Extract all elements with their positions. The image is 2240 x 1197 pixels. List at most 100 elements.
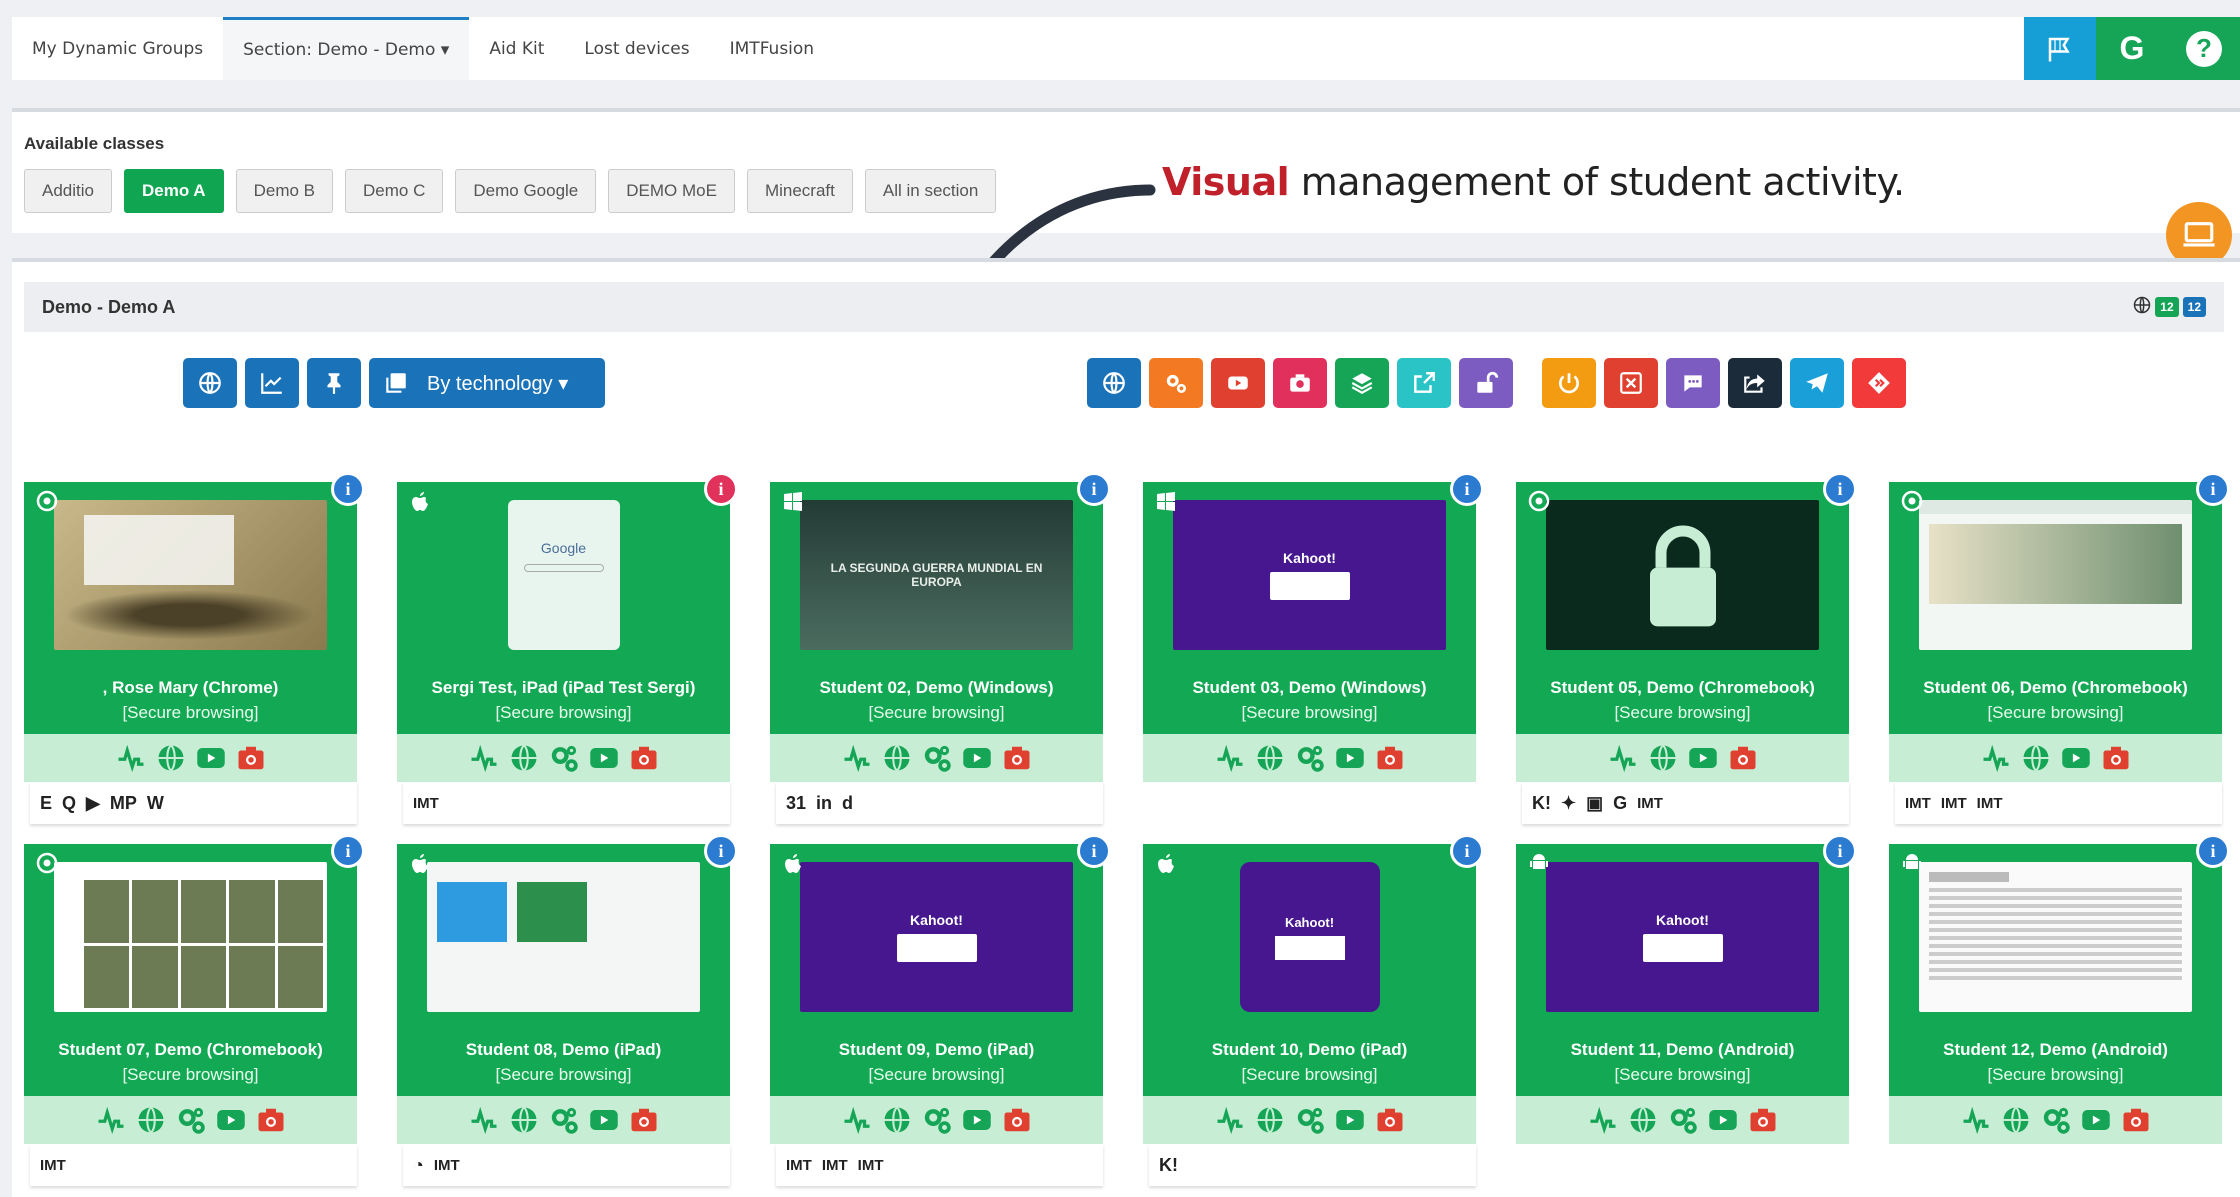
- camera-button[interactable]: [628, 1104, 660, 1136]
- student-card-body[interactable]: Kahoot! i Student 03, Demo (Windows) [Secur…: [1143, 472, 1484, 782]
- app-icon[interactable]: in: [816, 794, 832, 812]
- info-icon[interactable]: i: [331, 834, 365, 868]
- activity-button[interactable]: [841, 1104, 873, 1136]
- info-icon[interactable]: i: [1450, 472, 1484, 506]
- camera-button[interactable]: [1273, 358, 1327, 408]
- globe-button[interactable]: [2020, 742, 2052, 774]
- app-icon[interactable]: W: [147, 794, 164, 812]
- camera-button[interactable]: [1727, 742, 1759, 774]
- layers-button[interactable]: [1335, 358, 1389, 408]
- student-card-body[interactable]: i , Rose Mary (Chrome) [Secure browsing]: [24, 472, 365, 782]
- gears-button[interactable]: [921, 742, 953, 774]
- globe-button[interactable]: [155, 742, 187, 774]
- app-icon[interactable]: ▶: [86, 794, 100, 812]
- app-icon[interactable]: IMT: [1977, 796, 2003, 811]
- close-window-button[interactable]: [1604, 358, 1658, 408]
- activity-button[interactable]: [1587, 1104, 1619, 1136]
- info-icon[interactable]: i: [1077, 472, 1111, 506]
- globe-button[interactable]: [1254, 1104, 1286, 1136]
- gears-button[interactable]: [1294, 1104, 1326, 1136]
- info-icon[interactable]: i: [1823, 834, 1857, 868]
- screen-thumbnail[interactable]: LA SEGUNDA GUERRA MUNDIAL EN EUROPA: [800, 500, 1073, 650]
- info-icon[interactable]: i: [1450, 834, 1484, 868]
- student-card-body[interactable]: i Student 06, Demo (Chromebook) [Secure br…: [1889, 472, 2230, 782]
- app-icon[interactable]: IMT: [822, 1158, 848, 1173]
- youtube-button[interactable]: [1707, 1104, 1739, 1136]
- student-card-body[interactable]: Kahoot! i Student 11, Demo (Android) [Secur…: [1516, 834, 1857, 1144]
- youtube-button[interactable]: [1211, 358, 1265, 408]
- activity-button[interactable]: [1214, 742, 1246, 774]
- globe-button[interactable]: [135, 1104, 167, 1136]
- app-icon[interactable]: IMT: [434, 1158, 460, 1173]
- screen-thumbnail[interactable]: [1546, 500, 1819, 650]
- youtube-button[interactable]: [2080, 1104, 2112, 1136]
- student-card[interactable]: i Student 07, Demo (Chromebook) [Secure br…: [24, 834, 365, 1197]
- camera-button[interactable]: [1001, 742, 1033, 774]
- chart-button[interactable]: [245, 358, 299, 408]
- globe-button[interactable]: [881, 742, 913, 774]
- youtube-button[interactable]: [1687, 742, 1719, 774]
- app-icon[interactable]: Q: [62, 794, 76, 812]
- screen-thumbnail[interactable]: [427, 862, 700, 1012]
- activity-button[interactable]: [468, 1104, 500, 1136]
- globe-button[interactable]: [1647, 742, 1679, 774]
- gears-button[interactable]: [548, 1104, 580, 1136]
- app-icon[interactable]: IMT: [1637, 796, 1663, 811]
- activity-button[interactable]: [1214, 1104, 1246, 1136]
- globe-button[interactable]: [1087, 358, 1141, 408]
- activity-button[interactable]: [1960, 1104, 1992, 1136]
- globe-button[interactable]: [2000, 1104, 2032, 1136]
- info-icon[interactable]: i: [704, 834, 738, 868]
- student-card[interactable]: i Student 12, Demo (Android) [Secure brows…: [1889, 834, 2230, 1197]
- student-card[interactable]: i , Rose Mary (Chrome) [Secure browsing] E Q…: [24, 472, 365, 844]
- camera-button[interactable]: [2120, 1104, 2152, 1136]
- app-icon[interactable]: E: [40, 794, 52, 812]
- app-icon[interactable]: IMT: [858, 1158, 884, 1173]
- power-button[interactable]: [1542, 358, 1596, 408]
- app-icon[interactable]: IMT: [413, 796, 439, 811]
- app-icon[interactable]: d: [842, 794, 853, 812]
- screen-thumbnail[interactable]: Kahoot!: [1173, 500, 1446, 650]
- screen-thumbnail[interactable]: Kahoot!: [800, 862, 1073, 1012]
- screen-thumbnail[interactable]: [1919, 862, 2192, 1012]
- student-card-body[interactable]: i Student 08, Demo (iPad) [Secure browsing…: [397, 834, 738, 1144]
- by-technology-dropdown[interactable]: By technology ▾: [369, 358, 605, 408]
- student-card[interactable]: Kahoot! i Student 03, Demo (Windows) [Secur…: [1143, 472, 1484, 844]
- student-card-body[interactable]: i Student 05, Demo (Chromebook) [Secure br…: [1516, 472, 1857, 782]
- camera-button[interactable]: [1374, 1104, 1406, 1136]
- screen-thumbnail[interactable]: [54, 500, 327, 650]
- youtube-button[interactable]: [588, 742, 620, 774]
- activity-button[interactable]: [841, 742, 873, 774]
- student-card-body[interactable]: Kahoot! i Student 10, Demo (iPad) [Secure b…: [1143, 834, 1484, 1144]
- screen-thumbnail[interactable]: [54, 862, 327, 1012]
- gears-button[interactable]: [2040, 1104, 2072, 1136]
- youtube-button[interactable]: [961, 742, 993, 774]
- activity-button[interactable]: [468, 742, 500, 774]
- camera-button[interactable]: [2100, 742, 2132, 774]
- app-icon[interactable]: IMT: [786, 1158, 812, 1173]
- camera-button[interactable]: [628, 742, 660, 774]
- student-card-body[interactable]: i Student 12, Demo (Android) [Secure brows…: [1889, 834, 2230, 1144]
- globe-button[interactable]: [1627, 1104, 1659, 1136]
- camera-button[interactable]: [1001, 1104, 1033, 1136]
- globe-button[interactable]: [508, 1104, 540, 1136]
- activity-button[interactable]: [95, 1104, 127, 1136]
- gears-button[interactable]: [548, 742, 580, 774]
- pin-button[interactable]: [307, 358, 361, 408]
- info-icon[interactable]: i: [1077, 834, 1111, 868]
- chat-button[interactable]: [1666, 358, 1720, 408]
- app-icon[interactable]: ✦: [1561, 794, 1576, 812]
- student-card[interactable]: i Student 08, Demo (iPad) [Secure browsing…: [397, 834, 738, 1197]
- gears-button[interactable]: [175, 1104, 207, 1136]
- camera-button[interactable]: [255, 1104, 287, 1136]
- globe-button[interactable]: [1254, 742, 1286, 774]
- youtube-button[interactable]: [588, 1104, 620, 1136]
- student-card[interactable]: Kahoot! i Student 11, Demo (Android) [Secur…: [1516, 834, 1857, 1197]
- screen-thumbnail[interactable]: Kahoot!: [1546, 862, 1819, 1012]
- student-card[interactable]: i Student 06, Demo (Chromebook) [Secure br…: [1889, 472, 2230, 844]
- app-icon[interactable]: IMT: [40, 1158, 66, 1173]
- unlock-button[interactable]: [1459, 358, 1513, 408]
- activity-button[interactable]: [1980, 742, 2012, 774]
- screen-thumbnail[interactable]: Kahoot!: [1173, 862, 1446, 1012]
- youtube-button[interactable]: [1334, 742, 1366, 774]
